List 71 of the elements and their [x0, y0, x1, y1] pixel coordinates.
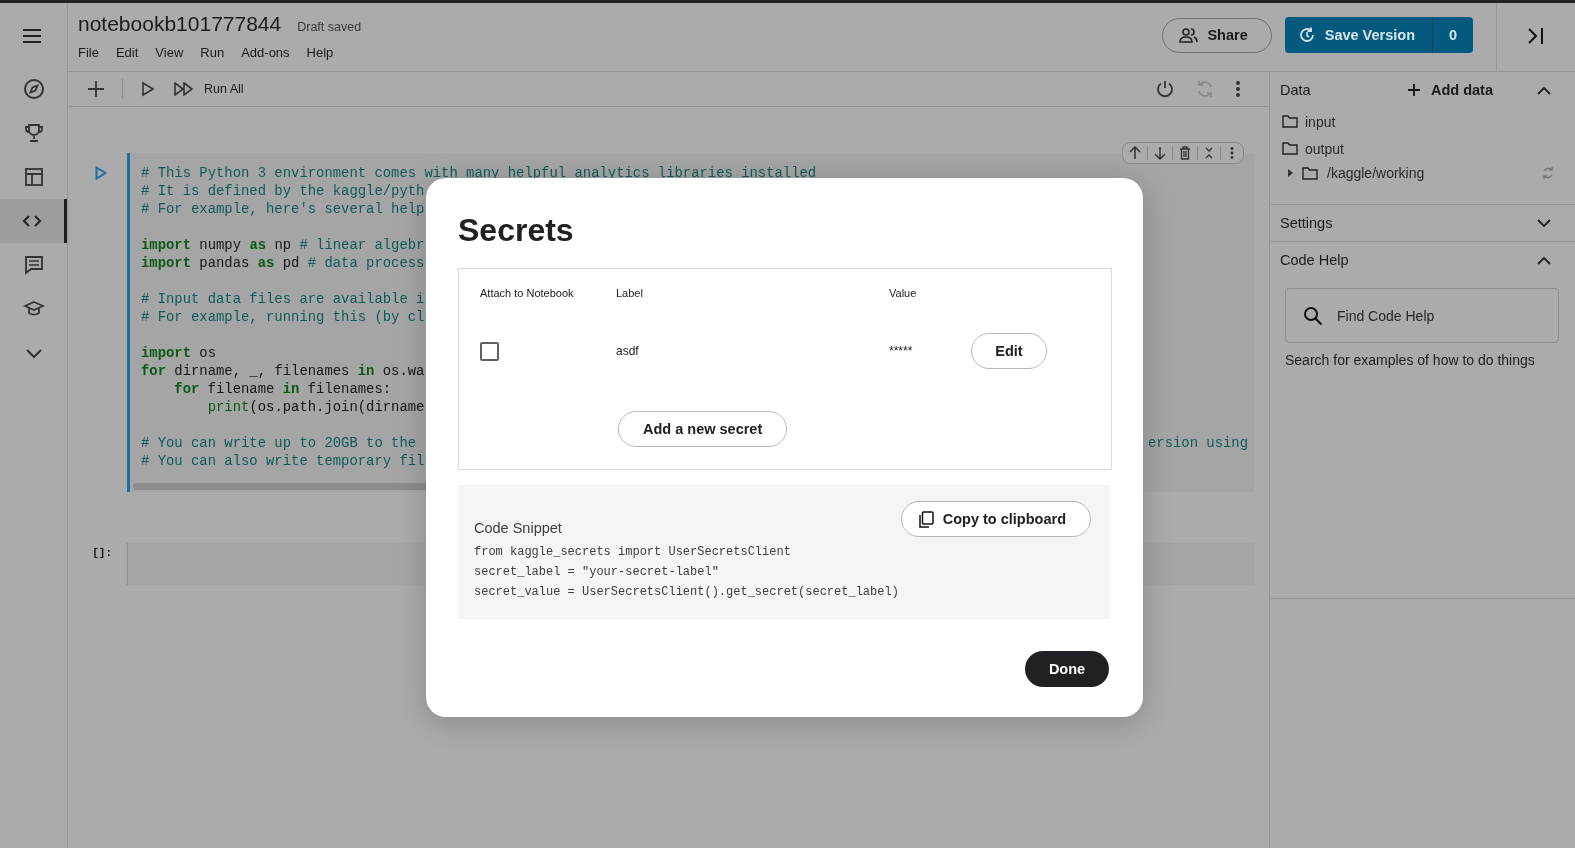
folder-item[interactable]: input — [1305, 113, 1336, 130]
play-icon[interactable] — [141, 81, 155, 97]
folder-item[interactable]: output — [1305, 140, 1344, 157]
code-line: # It is defined by the kaggle/pyth — [141, 182, 425, 200]
version-count-button[interactable]: 0 — [1433, 17, 1473, 53]
code-line: secret_value = UserSecretsClient().get_secret(secret_label) — [474, 584, 900, 601]
secret-value: ***** — [889, 344, 914, 358]
section-title[interactable]: Code Help — [1280, 252, 1537, 268]
chevron-up-icon[interactable] — [1537, 255, 1551, 265]
code-line: from kaggle_secrets import UserSecretsClient — [474, 544, 792, 561]
search-field[interactable]: Find Code Help — [1285, 288, 1559, 343]
code-line: # For example, here's several help — [141, 200, 425, 218]
column-header: Attach to Notebook — [480, 287, 575, 299]
code-line: # You can also write temporary fil — [141, 452, 425, 470]
save-status: Draft saved — [297, 20, 362, 34]
copy-icon — [917, 510, 934, 528]
run-cell-icon[interactable] — [95, 166, 107, 180]
menu-item[interactable]: Edit — [113, 45, 150, 60]
code-line: # For example, running this (by cl — [141, 308, 425, 326]
code-line: # You can write up to 20GB to the — [141, 434, 418, 452]
code-line: for dirname, _, filenames in os.wa — [141, 362, 425, 380]
chevron-up-icon[interactable] — [1537, 85, 1551, 95]
add-icon[interactable] — [87, 80, 105, 98]
code-line: # Input data files are available i — [141, 290, 425, 308]
menu-item[interactable]: Help — [304, 45, 345, 60]
code-line: print(os.path.join(dirname — [206, 398, 425, 416]
menu-item[interactable]: File — [76, 45, 110, 60]
secret-label: asdf — [616, 344, 640, 358]
folder-icon — [1282, 142, 1298, 155]
dialog-title: Secrets — [458, 211, 575, 250]
search-icon — [1303, 305, 1323, 326]
fast-forward-icon — [174, 82, 194, 96]
search-input[interactable]: Find Code Help — [1335, 306, 1539, 325]
edit-button[interactable]: Edit — [971, 333, 1047, 369]
menu-item[interactable]: View — [153, 45, 195, 60]
more-icon[interactable] — [1235, 80, 1241, 98]
code-line: ersion using — [1147, 434, 1248, 452]
add-secret-button[interactable]: Add a new secret — [618, 411, 788, 447]
folder-item[interactable]: /kaggle/working — [1327, 165, 1425, 181]
code-line: import pandas as pd # data process — [141, 254, 425, 272]
checkbox[interactable] — [480, 341, 499, 361]
refresh-clock-icon — [1297, 26, 1316, 44]
column-header: Label — [616, 287, 644, 299]
notebook-title[interactable]: notebookb101777844 — [78, 12, 282, 36]
collapse-panel-icon[interactable] — [1526, 25, 1546, 46]
code-line: for filename in filenames: — [173, 380, 392, 398]
code-line: import os — [141, 344, 217, 362]
chevron-down-icon[interactable] — [1537, 218, 1551, 228]
section-title[interactable]: Data — [1280, 82, 1407, 98]
code-line: import numpy as np # linear algebr — [141, 236, 425, 254]
power-icon[interactable] — [1155, 79, 1175, 99]
people-icon — [1179, 27, 1200, 43]
caret-right-icon[interactable] — [1287, 169, 1293, 177]
cell-prompt: []: — [92, 547, 112, 561]
folder-icon — [1302, 166, 1318, 180]
done-button[interactable]: Done — [1025, 651, 1109, 687]
code-line: secret_label = "your-secret-label" — [474, 564, 720, 581]
snippet-title: Code Snippet — [474, 520, 562, 536]
code-icon[interactable] — [0, 199, 67, 243]
column-header: Value — [889, 287, 918, 299]
plus-icon — [1406, 83, 1421, 97]
folder-icon — [1282, 115, 1298, 128]
code-line: # This Python 3 environment comes with many helpful analytics libraries installed — [141, 164, 817, 182]
run-all-button[interactable]: Run All — [174, 82, 244, 96]
search-hint: Search for examples of how to do things — [1285, 352, 1536, 368]
copy-button[interactable]: Copy to clipboard — [900, 501, 1091, 537]
menu-item[interactable]: Add-ons — [239, 45, 301, 60]
menu-item[interactable]: Run — [198, 45, 236, 60]
add-data-button[interactable]: Add data — [1406, 82, 1493, 98]
section-title[interactable]: Settings — [1280, 215, 1537, 231]
save-version-button[interactable]: Save Version — [1284, 17, 1433, 53]
